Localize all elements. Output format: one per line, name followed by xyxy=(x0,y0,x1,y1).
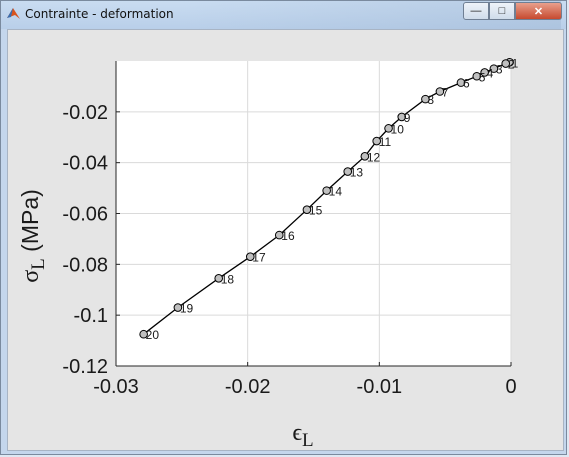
title-bar[interactable]: Contrainte - deformation — □ ✕ xyxy=(1,1,566,29)
x-tick-labels: -0.03 -0.02 -0.01 0 xyxy=(93,376,516,398)
point-label: 2 xyxy=(508,58,515,72)
point-label: 10 xyxy=(391,122,405,136)
point-label: 12 xyxy=(367,150,381,164)
point-label: 4 xyxy=(487,66,494,80)
y-tick-label: -0.12 xyxy=(62,356,108,378)
y-axis-label: σL (MPa) xyxy=(17,189,49,283)
point-label: 19 xyxy=(180,302,194,316)
point-label: 5 xyxy=(479,70,486,84)
window-title: Contrainte - deformation xyxy=(25,7,174,21)
y-axis-subscript: L xyxy=(28,258,49,270)
y-tick-label: -0.06 xyxy=(62,204,108,226)
point-label: 16 xyxy=(281,229,295,243)
minimize-button[interactable]: — xyxy=(463,2,489,20)
matlab-icon xyxy=(7,8,20,19)
y-axis-symbol: σ xyxy=(18,270,44,283)
point-label: 13 xyxy=(350,166,364,180)
point-label: 3 xyxy=(496,63,503,77)
x-tick-label: -0.03 xyxy=(93,376,139,398)
point-label: 15 xyxy=(309,204,323,218)
maximize-button[interactable]: □ xyxy=(489,2,515,20)
point-label: 11 xyxy=(379,135,392,149)
y-axis-unit: (MPa) xyxy=(17,189,43,258)
point-label: 20 xyxy=(146,328,160,342)
y-tick-label: -0.04 xyxy=(62,153,108,175)
y-tick-label: -0.08 xyxy=(62,254,108,276)
x-tick-label: 0 xyxy=(505,376,516,398)
point-label: 7 xyxy=(442,86,449,100)
minimize-icon: — xyxy=(470,5,482,17)
x-axis-symbol: ϵ xyxy=(292,420,302,446)
point-label: 8 xyxy=(427,93,434,107)
x-tick-label: -0.01 xyxy=(357,376,403,398)
maximize-icon: □ xyxy=(498,5,506,17)
close-button[interactable]: ✕ xyxy=(515,2,562,20)
point-label: 14 xyxy=(329,185,343,199)
x-axis-label: ϵL xyxy=(292,420,313,451)
point-label: 17 xyxy=(252,251,266,265)
y-tick-labels: -0.02 -0.04 -0.06 -0.08 -0.1 -0.12 xyxy=(62,102,108,378)
figure-window: Contrainte - deformation — □ ✕ -0.03 -0.0… xyxy=(0,0,567,455)
point-label: 9 xyxy=(404,111,411,125)
figure-canvas: -0.03 -0.02 -0.01 0 -0.02 -0.04 -0.06 -0.08 -0.… xyxy=(7,29,564,451)
y-tick-label: -0.02 xyxy=(62,102,108,124)
close-icon: ✕ xyxy=(533,5,544,18)
point-label: 6 xyxy=(463,77,470,91)
stress-strain-chart: -0.03 -0.02 -0.01 0 -0.02-0.04-0.06-0.08-0.… xyxy=(17,56,519,451)
x-axis-subscript: L xyxy=(302,430,314,451)
x-tick-label: -0.02 xyxy=(225,376,271,398)
y-tick-label: -0.1 xyxy=(74,305,108,327)
point-label: 18 xyxy=(221,272,235,286)
